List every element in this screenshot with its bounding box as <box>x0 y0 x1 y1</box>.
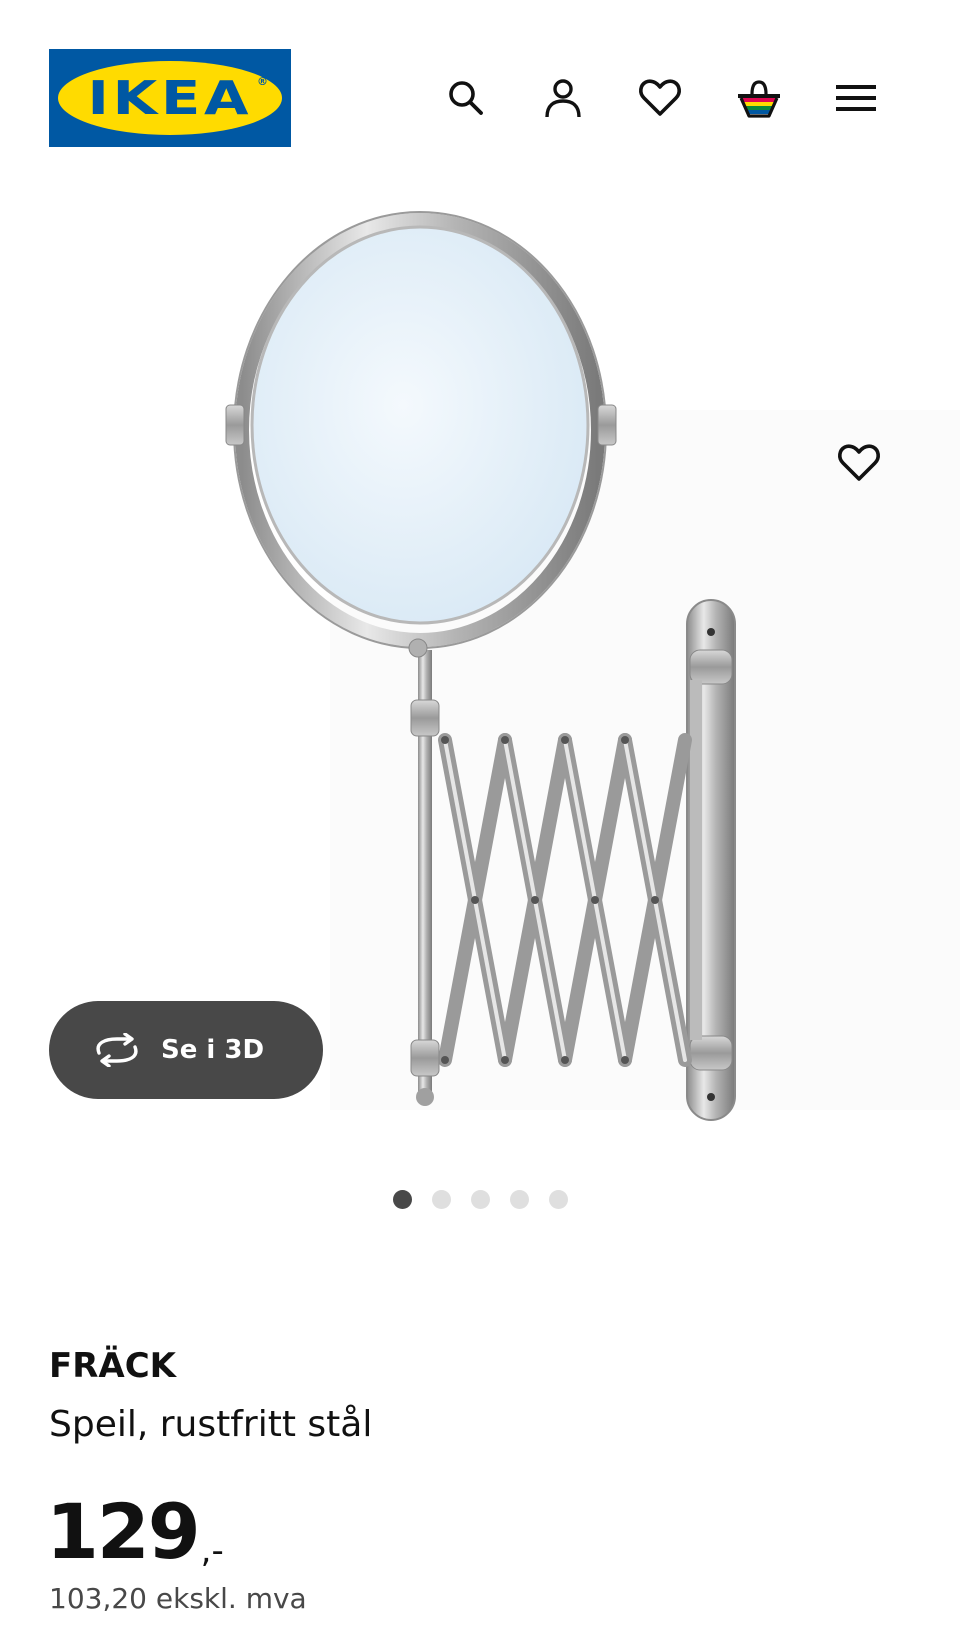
basket-icon[interactable] <box>733 72 785 124</box>
rotate-3d-icon <box>91 1032 143 1068</box>
carousel-dot[interactable] <box>392 1190 412 1209</box>
price-integer: 129 <box>46 1487 201 1576</box>
product-description: Speil, rustfritt stål <box>49 1404 373 1445</box>
product-name: FRÄCK <box>49 1346 177 1386</box>
see-in-3d-button[interactable]: Se i 3D <box>49 1001 323 1099</box>
carousel-dot[interactable] <box>470 1190 490 1209</box>
account-icon[interactable] <box>537 72 589 124</box>
carousel-dot[interactable] <box>431 1190 451 1209</box>
logo-text: IKEA <box>87 71 253 125</box>
wishlist-heart-icon[interactable] <box>634 72 686 124</box>
price-excl-vat: 103,20 ekskl. mva <box>49 1582 307 1615</box>
price-decimal: ,- <box>200 1531 224 1571</box>
carousel-dot[interactable] <box>548 1190 568 1209</box>
logo-oval: IKEA ® <box>58 61 282 135</box>
save-to-wishlist-heart-icon[interactable] <box>832 436 886 490</box>
menu-icon[interactable] <box>830 72 882 124</box>
product-price: 129 ,- <box>46 1470 224 1570</box>
carousel-indicators <box>0 1190 960 1212</box>
logo-registered-mark: ® <box>257 75 268 88</box>
ikea-logo[interactable]: IKEA ® <box>49 49 291 147</box>
carousel-dot[interactable] <box>509 1190 529 1209</box>
see-in-3d-label: Se i 3D <box>161 1035 265 1065</box>
search-icon[interactable] <box>440 72 492 124</box>
top-header: IKEA ® <box>0 0 960 150</box>
